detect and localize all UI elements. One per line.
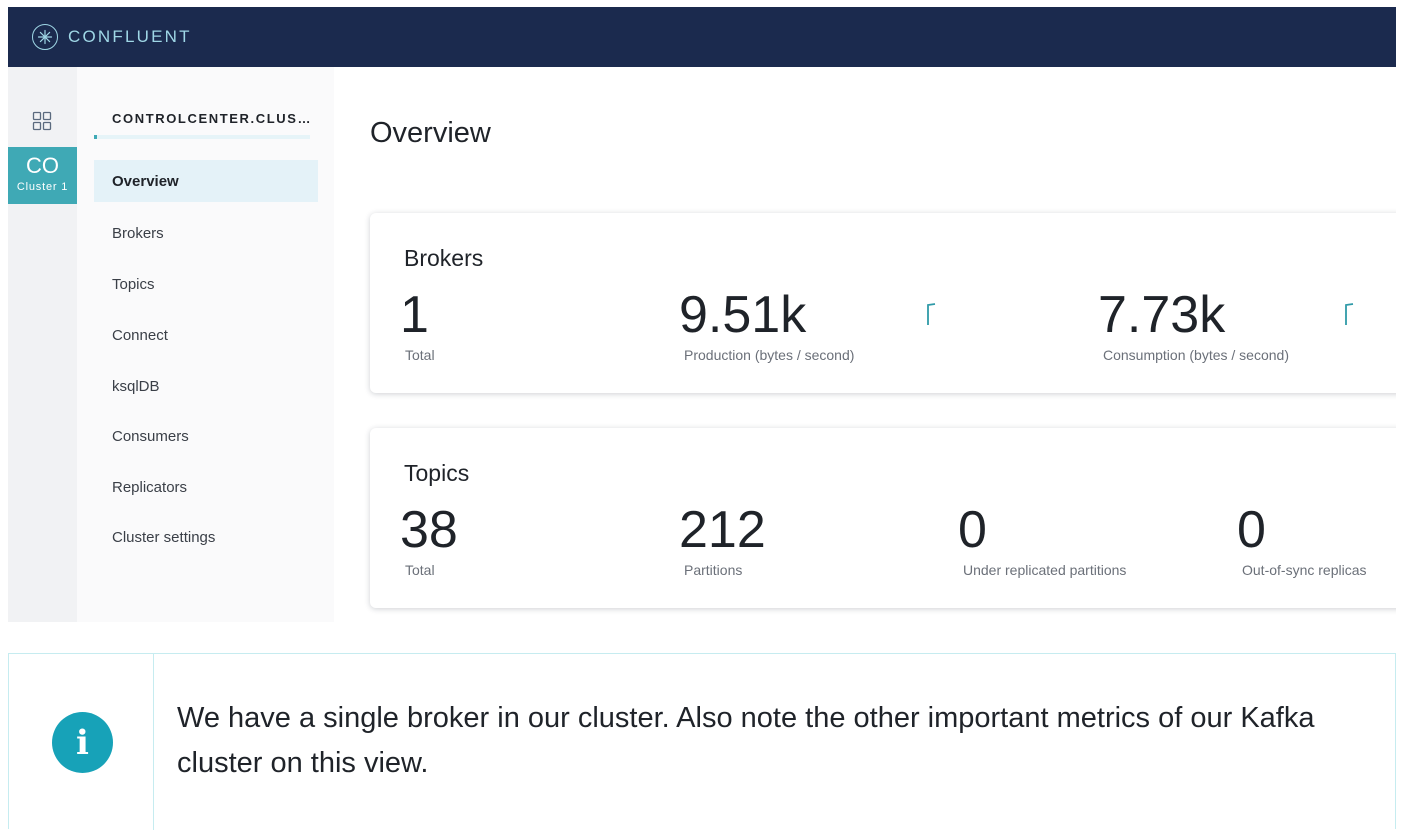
cluster-name: Cluster 1 <box>16 181 69 193</box>
topics-total-metric: 38 Total <box>400 504 458 578</box>
nav-item-topics[interactable]: Topics <box>94 263 318 305</box>
production-metric: 9.51k Production (bytes / second) <box>679 289 854 363</box>
metric-label: Partitions <box>684 562 743 578</box>
brokers-card[interactable]: Brokers 1 Total 9.51k Production (bytes … <box>370 213 1396 393</box>
topics-card[interactable]: Topics 38 Total 212 Partitions 0 Under r… <box>370 428 1396 608</box>
metric-value: 7.73k <box>1098 286 1226 344</box>
callout-icon-column: i <box>9 654 154 830</box>
page-title: Overview <box>370 117 491 149</box>
top-bar: CONFLUENT <box>8 7 1396 67</box>
cluster-side-nav: CONTROLCENTER.CLUS… Overview Brokers Top… <box>77 67 334 622</box>
production-sparkline-icon <box>927 303 936 325</box>
info-callout: i We have a single broker in our cluster… <box>8 653 1396 830</box>
brand-name: CONFLUENT <box>68 27 192 46</box>
nav-item-overview[interactable]: Overview <box>94 160 318 202</box>
metric-label: Total <box>405 562 435 578</box>
under-replicated-metric: 0 Under replicated partitions <box>958 504 1126 578</box>
info-icon: i <box>52 712 113 773</box>
consumption-sparkline-icon <box>1345 303 1354 325</box>
cluster-title: CONTROLCENTER.CLUS… <box>112 111 313 126</box>
metric-value: 0 <box>958 501 987 559</box>
cluster-selector[interactable]: CO Cluster 1 <box>8 147 77 204</box>
confluent-logo-icon[interactable] <box>32 24 58 50</box>
metric-value: 0 <box>1237 501 1266 559</box>
brokers-total-metric: 1 Total <box>400 289 435 363</box>
metric-value: 38 <box>400 501 458 559</box>
metric-label: Out-of-sync replicas <box>1242 562 1367 578</box>
nav-item-brokers[interactable]: Brokers <box>94 212 318 254</box>
metric-label: Production (bytes / second) <box>684 347 855 363</box>
all-clusters-grid-icon[interactable] <box>32 111 52 131</box>
nav-item-ksqldb[interactable]: ksqlDB <box>94 365 318 407</box>
metric-value: 212 <box>679 501 766 559</box>
cluster-abbreviation: CO <box>26 153 59 178</box>
nav-item-replicators[interactable]: Replicators <box>94 466 318 508</box>
topics-card-title: Topics <box>404 460 470 486</box>
metric-label: Under replicated partitions <box>963 562 1127 578</box>
control-center-window: CONFLUENT CO Cluster 1 CONTROLCENTER.CLU… <box>8 7 1396 622</box>
brokers-card-title: Brokers <box>404 245 484 271</box>
callout-text: We have a single broker in our cluster. … <box>177 702 1315 779</box>
consumption-metric: 7.73k Consumption (bytes / second) <box>1098 289 1289 363</box>
nav-item-connect[interactable]: Connect <box>94 314 318 356</box>
metric-label: Consumption (bytes / second) <box>1103 347 1289 363</box>
out-of-sync-metric: 0 Out-of-sync replicas <box>1237 504 1366 578</box>
nav-item-consumers[interactable]: Consumers <box>94 415 318 457</box>
partitions-metric: 212 Partitions <box>679 504 766 578</box>
metric-value: 9.51k <box>679 286 807 344</box>
nav-item-cluster-settings[interactable]: Cluster settings <box>94 516 318 558</box>
title-underline <box>94 135 310 139</box>
cluster-rail: CO Cluster 1 <box>8 67 77 622</box>
metric-value: 1 <box>400 286 429 344</box>
metric-label: Total <box>405 347 435 363</box>
main-content: Overview Brokers 1 Total 9.51k Productio… <box>334 67 1396 622</box>
